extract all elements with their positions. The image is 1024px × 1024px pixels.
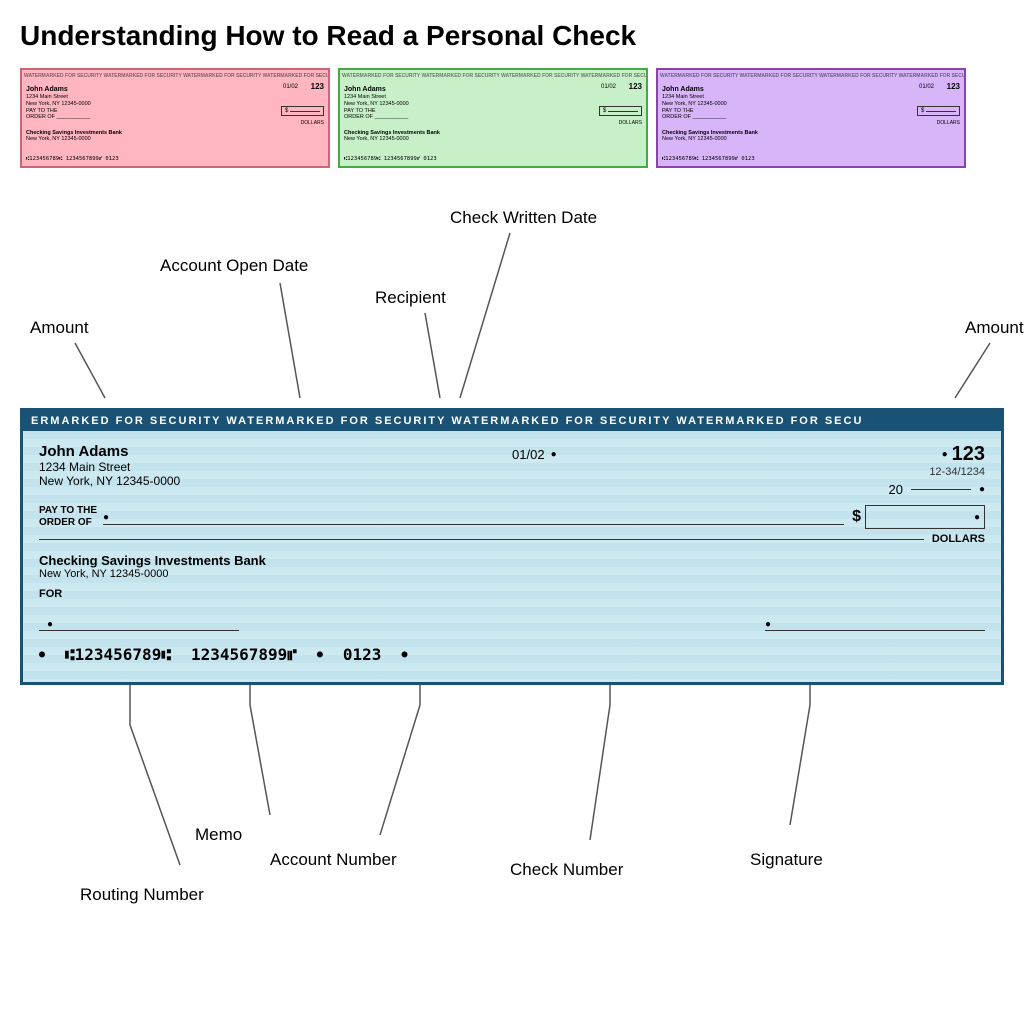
mini-check-green-addr2: New York, NY 12345-0000 <box>344 101 642 107</box>
diagram-container: WATERMARKED FOR SECURITY WATERMARKED FOR… <box>20 68 1004 925</box>
micr-routing: ⑆123456789⑆ <box>65 645 171 664</box>
mini-check-purple-dollars: DOLLARS <box>937 120 960 126</box>
amount-box: $ ● <box>852 505 985 529</box>
for-signature-row: FOR ● ● <box>39 588 985 631</box>
micr-row: ● ⑆123456789⑆ 1234567899⑈ ● 0123 ● <box>39 639 985 670</box>
mini-check-green-payto: PAY TO THEORDER OF ___________ <box>344 108 408 120</box>
mini-check-green-addr1: 1234 Main Street <box>344 94 642 100</box>
for-line: ● <box>39 612 239 631</box>
mini-check-pink-addr1: 1234 Main Street <box>26 94 324 100</box>
check-written-date-label: Check Written Date <box>450 208 597 228</box>
micr-check-number: 0123 <box>343 645 382 664</box>
memo-label: Memo <box>195 825 242 845</box>
mini-check-green-amount: $ <box>599 106 642 116</box>
signature-dot: ● <box>765 619 771 630</box>
payto-line: ● <box>103 509 844 525</box>
mini-check-pink-payto: PAY TO THEORDER OF ___________ <box>26 108 90 120</box>
mini-check-green-dollars: DOLLARS <box>619 120 642 126</box>
bank-address: New York, NY 12345-0000 <box>39 568 985 580</box>
check-body: John Adams 1234 Main Street New York, NY… <box>23 431 1001 682</box>
mini-check-green: WATERMARKED FOR SECURITY WATERMARKED FOR… <box>338 68 648 168</box>
micr-account: 1234567899⑈ <box>191 645 297 664</box>
mini-check-purple-name: John Adams <box>662 86 960 93</box>
mini-check-pink-watermark: WATERMARKED FOR SECURITY WATERMARKED FOR… <box>22 73 328 79</box>
for-dot: ● <box>47 619 53 630</box>
mini-check-purple-payto: PAY TO THEORDER OF ___________ <box>662 108 726 120</box>
check-number: 123 <box>952 443 985 466</box>
dollars-label: DOLLARS <box>932 533 985 545</box>
mini-check-pink: WATERMARKED FOR SECURITY WATERMARKED FOR… <box>20 68 330 168</box>
for-section: FOR ● <box>39 588 512 631</box>
mini-check-pink-name: John Adams <box>26 86 324 93</box>
check-addr1: 1234 Main Street <box>39 460 180 474</box>
mini-check-purple: WATERMARKED FOR SECURITY WATERMARKED FOR… <box>656 68 966 168</box>
amount-input-box: ● <box>865 505 985 529</box>
check-addr2: New York, NY 12345-0000 <box>39 474 180 488</box>
mini-check-green-micr: ⑆123456789⑆ 1234567899⑈ 0123 <box>344 156 437 162</box>
mini-check-purple-number: 123 <box>947 82 960 91</box>
check-number-dot-icon: ● <box>942 449 948 460</box>
mini-check-pink-amount: $ <box>281 106 324 116</box>
routing-number-label: Routing Number <box>80 885 204 905</box>
bottom-annotation-area: Routing Number Memo Account Number Check… <box>20 685 1004 925</box>
check-date-dot2: ● <box>979 484 985 495</box>
for-label: FOR <box>39 588 512 600</box>
recipient-label: Recipient <box>375 288 446 308</box>
check-frac-number: 12-34/1234 <box>929 466 985 478</box>
dollars-line: DOLLARS <box>39 533 985 545</box>
account-number-label: Account Number <box>270 850 397 870</box>
bank-section: Checking Savings Investments Bank New Yo… <box>39 553 985 580</box>
payto-row: PAY TO THEORDER OF ● $ ● <box>39 505 985 529</box>
mini-check-pink-dollars: DOLLARS <box>301 120 324 126</box>
mini-check-purple-amount: $ <box>917 106 960 116</box>
amount-right-label: Amount <box>965 318 1024 338</box>
signature-section: ● <box>512 600 985 631</box>
mini-check-pink-addr2: New York, NY 12345-0000 <box>26 101 324 107</box>
mini-check-pink-micr: ⑆123456789⑆ 1234567899⑈ 0123 <box>26 156 119 162</box>
mini-check-green-watermark: WATERMARKED FOR SECURITY WATERMARKED FOR… <box>340 73 646 79</box>
top-annotation-area: Check Written Date Account Open Date Rec… <box>20 188 1004 408</box>
check-watermark-strip: ERMARKED FOR SECURITY WATERMARKED FOR SE… <box>23 411 1001 431</box>
check-header: John Adams 1234 Main Street New York, NY… <box>39 443 985 497</box>
payto-label: PAY TO THEORDER OF <box>39 505 97 529</box>
mini-check-purple-micr: ⑆123456789⑆ 1234567899⑈ 0123 <box>662 156 755 162</box>
account-open-date-label: Account Open Date <box>160 256 308 276</box>
dollar-sign: $ <box>852 508 861 526</box>
mini-checks-row: WATERMARKED FOR SECURITY WATERMARKED FOR… <box>20 68 1004 168</box>
mini-check-purple-addr2: New York, NY 12345-0000 <box>662 101 960 107</box>
signature-label: Signature <box>750 850 823 870</box>
main-check: ERMARKED FOR SECURITY WATERMARKED FOR SE… <box>20 408 1004 685</box>
check-date-area: ● 123 12-34/1234 20 ● <box>888 443 985 497</box>
mini-check-green-name: John Adams <box>344 86 642 93</box>
mini-check-purple-bank: Checking Savings Investments BankNew Yor… <box>662 130 758 142</box>
check-date-line: 20 ● <box>888 482 985 497</box>
mini-check-purple-addr1: 1234 Main Street <box>662 94 960 100</box>
micr-start-dot: ● <box>39 649 45 660</box>
mini-check-purple-date: 01/02 <box>919 84 934 90</box>
amount-left-label: Amount <box>30 318 89 338</box>
check-name-address: John Adams 1234 Main Street New York, NY… <box>39 443 180 488</box>
page-title: Understanding How to Read a Personal Che… <box>20 20 1004 52</box>
mini-check-green-bank: Checking Savings Investments BankNew Yor… <box>344 130 440 142</box>
check-date-value: 01/02 <box>512 447 545 462</box>
check-date-underline <box>911 489 971 490</box>
check-name: John Adams <box>39 443 180 460</box>
amount-dot: ● <box>974 512 980 523</box>
micr-end-dot: ● <box>401 649 407 660</box>
check-date-dot: ● <box>551 449 557 460</box>
dollars-full-line <box>39 539 924 540</box>
mini-check-green-date: 01/02 <box>601 84 616 90</box>
micr-account-dot: ● <box>317 649 323 660</box>
mini-check-pink-date: 01/02 <box>283 84 298 90</box>
mini-check-green-number: 123 <box>629 82 642 91</box>
check-date-20: 20 <box>888 482 902 497</box>
check-number-label: Check Number <box>510 860 623 880</box>
mini-check-purple-watermark: WATERMARKED FOR SECURITY WATERMARKED FOR… <box>658 73 964 79</box>
mini-check-pink-number: 123 <box>311 82 324 91</box>
payto-dot: ● <box>103 512 109 523</box>
mini-check-pink-bank: Checking Savings Investments BankNew Yor… <box>26 130 122 142</box>
bank-name: Checking Savings Investments Bank <box>39 553 985 568</box>
signature-line: ● <box>765 612 985 631</box>
